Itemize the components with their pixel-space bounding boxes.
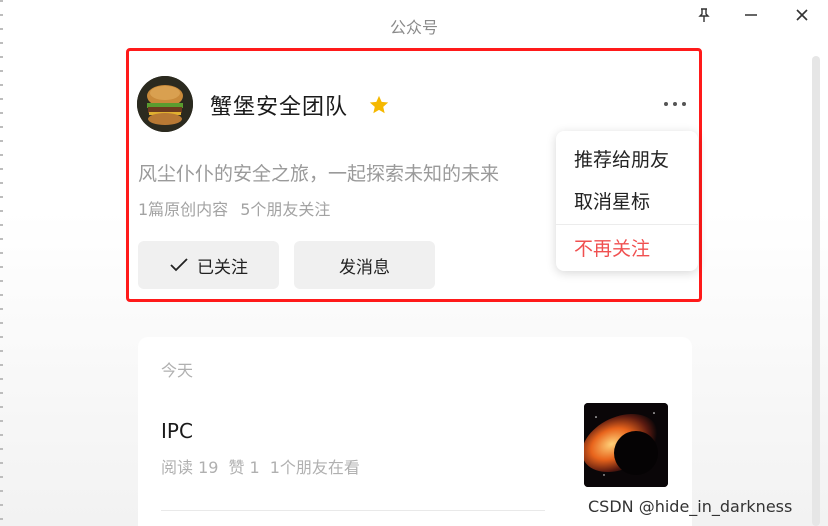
send-message-button[interactable]: 发消息 <box>294 241 435 289</box>
account-stats: 1篇原创内容 5个朋友关注 <box>138 196 330 220</box>
check-icon <box>170 258 188 272</box>
menu-item-unfollow[interactable]: 不再关注 <box>574 234 650 261</box>
article-thumbnail[interactable] <box>584 403 668 487</box>
friends-viewing: 1个朋友在看 <box>269 458 360 477</box>
like-count: 赞 1 <box>228 458 260 477</box>
article-title[interactable]: IPC <box>161 419 193 443</box>
menu-item-unstar[interactable]: 取消星标 <box>574 187 650 214</box>
account-name: 蟹堡安全团队 <box>210 95 349 120</box>
original-count[interactable]: 1篇原创内容 <box>138 200 228 219</box>
minimize-icon[interactable] <box>740 4 762 26</box>
avatar[interactable] <box>137 76 193 132</box>
friends-following[interactable]: 5个朋友关注 <box>240 200 330 219</box>
date-label: 今天 <box>161 361 194 380</box>
followed-button-label: 已关注 <box>197 257 248 278</box>
more-options-menu: 推荐给朋友 取消星标 不再关注 <box>556 131 698 271</box>
watermark: CSDN @hide_in_darkness <box>588 497 793 516</box>
read-count: 阅读 19 <box>161 458 219 477</box>
window-left-edge <box>0 0 3 526</box>
account-bio: 风尘仆仆的安全之旅，一起探索未知的未来 <box>138 163 500 185</box>
profile-card: 蟹堡安全团队 风尘仆仆的安全之旅，一起探索未知的未来 1篇原创内容 5个朋友关注 … <box>126 48 702 302</box>
star-icon[interactable] <box>368 94 390 116</box>
menu-divider <box>556 224 698 225</box>
menu-item-recommend[interactable]: 推荐给朋友 <box>574 145 669 172</box>
send-message-label: 发消息 <box>339 257 390 278</box>
scrollbar[interactable] <box>812 56 820 526</box>
pin-icon[interactable] <box>693 4 715 26</box>
close-icon[interactable] <box>791 4 813 26</box>
article-meta: 阅读 19 赞 1 1个朋友在看 <box>161 454 360 478</box>
title-bar: 公众号 <box>0 0 828 48</box>
feed-divider <box>161 510 545 511</box>
more-icon[interactable] <box>661 97 689 111</box>
followed-button[interactable]: 已关注 <box>138 241 279 289</box>
